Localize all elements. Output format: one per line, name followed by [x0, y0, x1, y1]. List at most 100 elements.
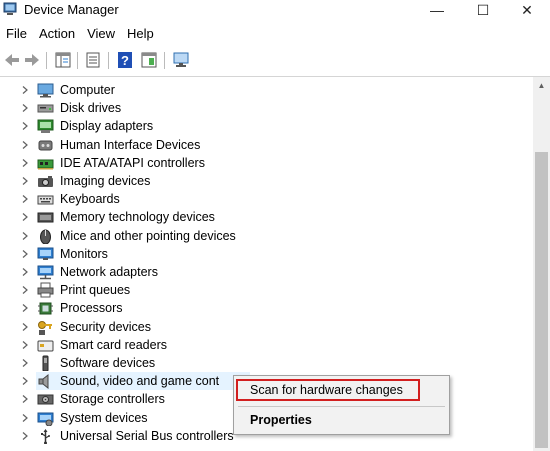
tree-node[interactable]: Display adapters	[0, 117, 533, 135]
chevron-right-icon[interactable]	[20, 194, 30, 204]
ide-controller-icon	[37, 159, 54, 170]
tree-node-label: Monitors	[60, 246, 108, 261]
memory-icon	[37, 212, 54, 223]
disk-drive-icon	[37, 104, 54, 113]
back-arrow-icon[interactable]	[2, 50, 22, 70]
tree-node-label: System devices	[60, 410, 148, 425]
scan-menu-label: Scan for hardware changes	[250, 383, 403, 397]
security-key-icon	[38, 320, 52, 335]
chevron-right-icon[interactable]	[20, 212, 30, 222]
menu-view[interactable]: View	[81, 24, 121, 44]
menu-help[interactable]: Help	[121, 24, 160, 44]
scrollbar-thumb[interactable]	[535, 152, 548, 448]
menu-separator	[238, 406, 445, 407]
show-hide-console-tree-icon[interactable]	[53, 50, 73, 70]
chevron-right-icon[interactable]	[20, 267, 30, 277]
tree-node[interactable]: Security devices	[0, 318, 533, 336]
camera-icon	[38, 176, 53, 187]
tree-node[interactable]: Processors	[0, 299, 533, 317]
chevron-right-icon[interactable]	[20, 322, 30, 332]
minimize-icon: —	[430, 2, 444, 18]
chevron-right-icon[interactable]	[20, 121, 30, 131]
toolbar-separator	[108, 52, 109, 69]
tree-node[interactable]: IDE ATA/ATAPI controllers	[0, 154, 533, 172]
speaker-icon	[38, 374, 49, 390]
toolbar: ?	[0, 48, 550, 73]
tree-node[interactable]: Smart card readers	[0, 336, 533, 354]
tree-node-label: Sound, video and game cont	[60, 374, 220, 389]
monitor-scan-icon[interactable]	[171, 50, 191, 70]
storage-controller-icon	[37, 394, 54, 405]
chevron-right-icon[interactable]	[20, 376, 30, 386]
help-icon[interactable]: ?	[115, 50, 135, 70]
vertical-scrollbar[interactable]: ▲	[533, 76, 550, 451]
chevron-right-icon[interactable]	[20, 231, 30, 241]
maximize-button[interactable]: ☐	[460, 0, 506, 20]
svg-text:?: ?	[121, 53, 129, 68]
tree-node[interactable]: Print queues	[0, 281, 533, 299]
chevron-right-icon[interactable]	[20, 103, 30, 113]
action-pane-icon[interactable]	[139, 50, 159, 70]
toolbar-separator	[46, 52, 47, 69]
device-manager-icon	[3, 2, 17, 15]
tree-node-label: Storage controllers	[60, 392, 165, 407]
properties-icon[interactable]	[83, 50, 103, 70]
scroll-up-icon[interactable]: ▲	[533, 77, 550, 94]
software-device-icon	[42, 355, 49, 371]
chevron-right-icon[interactable]	[20, 85, 30, 95]
chevron-right-icon[interactable]	[20, 413, 30, 423]
tree-node-label: Disk drives	[60, 101, 122, 116]
tree-node[interactable]: Software devices	[0, 354, 533, 372]
tree-node[interactable]: Network adapters	[0, 263, 533, 281]
tree-node-label: Keyboards	[60, 192, 120, 207]
chevron-right-icon[interactable]	[20, 358, 30, 368]
tree-node-label: Memory technology devices	[60, 210, 215, 225]
menu-action[interactable]: Action	[33, 24, 81, 44]
minimize-button[interactable]: —	[414, 0, 460, 20]
tree-node[interactable]: Mice and other pointing devices	[0, 227, 533, 245]
maximize-icon: ☐	[476, 1, 490, 18]
tree-node[interactable]: Computer	[0, 81, 533, 99]
tree-node[interactable]: Imaging devices	[0, 172, 533, 190]
chevron-right-icon[interactable]	[20, 431, 30, 441]
chevron-right-icon[interactable]	[20, 158, 30, 168]
chevron-right-icon[interactable]	[20, 303, 30, 313]
tree-node-label: Processors	[60, 301, 123, 316]
mouse-icon	[40, 229, 51, 244]
tree-node[interactable]: Monitors	[0, 245, 533, 263]
system-device-icon	[37, 412, 54, 426]
tree-node[interactable]: Human Interface Devices	[0, 136, 533, 154]
close-button[interactable]: ✕	[504, 0, 550, 20]
tree-node-label: Network adapters	[60, 265, 158, 279]
chevron-right-icon[interactable]	[20, 249, 30, 259]
tree-node[interactable]: Memory technology devices	[0, 208, 533, 226]
tree-node-label: Display adapters	[60, 119, 154, 134]
chevron-right-icon[interactable]	[20, 140, 30, 150]
tree-node[interactable]: Disk drives	[0, 99, 533, 117]
properties-menu-item[interactable]: Properties	[234, 409, 449, 431]
context-menu: Scan for hardware changes Properties	[233, 375, 450, 435]
tree-node-label: Mice and other pointing devices	[60, 228, 236, 243]
tree-node-label: Print queues	[60, 283, 131, 298]
chevron-right-icon[interactable]	[20, 394, 30, 404]
menu-file[interactable]: File	[0, 24, 33, 44]
keyboard-icon	[37, 195, 54, 205]
tree-node[interactable]: Keyboards	[0, 190, 533, 208]
scan-for-hardware-changes-menu-item[interactable]: Scan for hardware changes	[234, 379, 449, 401]
forward-arrow-icon[interactable]	[22, 50, 42, 70]
tree-node-label: Human Interface Devices	[60, 137, 201, 152]
printer-icon	[37, 282, 54, 298]
chevron-right-icon[interactable]	[20, 340, 30, 350]
window-title: Device Manager	[24, 2, 119, 17]
network-adapter-icon	[37, 265, 54, 280]
toolbar-separator	[77, 52, 78, 69]
menu-bar: File Action View Help	[0, 24, 160, 44]
title-bar: Device Manager — ☐ ✕	[0, 0, 550, 20]
chevron-right-icon[interactable]	[20, 176, 30, 186]
tree-node-label: IDE ATA/ATAPI controllers	[60, 155, 205, 170]
usb-icon	[41, 428, 50, 444]
smart-card-icon	[37, 340, 54, 352]
chevron-right-icon[interactable]	[20, 285, 30, 295]
computer-icon	[37, 83, 54, 98]
tree-node-label: Smart card readers	[60, 337, 167, 352]
